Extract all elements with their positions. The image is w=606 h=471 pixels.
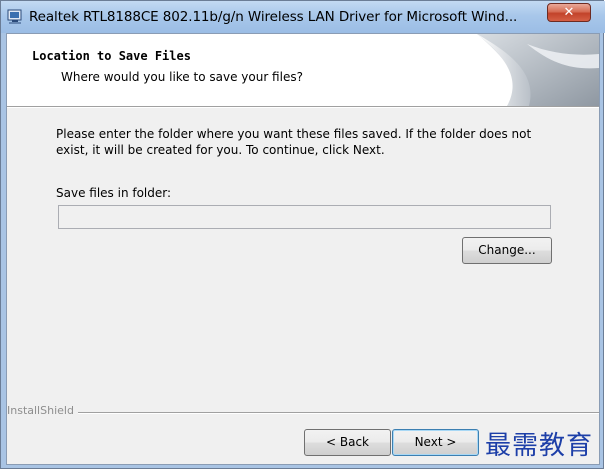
app-icon <box>7 9 22 24</box>
installer-window: Realtek RTL8188CE 802.11b/g/n Wireless L… <box>0 0 605 469</box>
change-button[interactable]: Change... <box>462 237 552 264</box>
folder-label: Save files in folder: <box>56 186 172 200</box>
close-button[interactable]: ✕ <box>547 3 591 22</box>
close-icon: ✕ <box>563 5 575 20</box>
page-title: Location to Save Files <box>32 49 191 63</box>
dialog-client-area: Location to Save Files Where would you l… <box>6 33 600 465</box>
header-panel: Location to Save Files Where would you l… <box>7 34 599 106</box>
next-button[interactable]: Next > <box>392 429 479 456</box>
window-title: Realtek RTL8188CE 802.11b/g/n Wireless L… <box>29 9 518 25</box>
folder-path-field[interactable] <box>58 205 551 229</box>
title-bar[interactable]: Realtek RTL8188CE 802.11b/g/n Wireless L… <box>1 1 605 33</box>
header-divider-highlight <box>7 107 599 108</box>
footer-divider-highlight <box>7 413 599 414</box>
instruction-text: Please enter the folder where you want t… <box>56 127 532 157</box>
page-curl-graphic <box>477 34 599 106</box>
back-button[interactable]: < Back <box>304 429 391 456</box>
installshield-brand: InstallShield <box>7 404 78 417</box>
watermark-text: 最需教育 <box>485 431 594 461</box>
page-subtitle: Where would you like to save your files? <box>61 70 303 84</box>
